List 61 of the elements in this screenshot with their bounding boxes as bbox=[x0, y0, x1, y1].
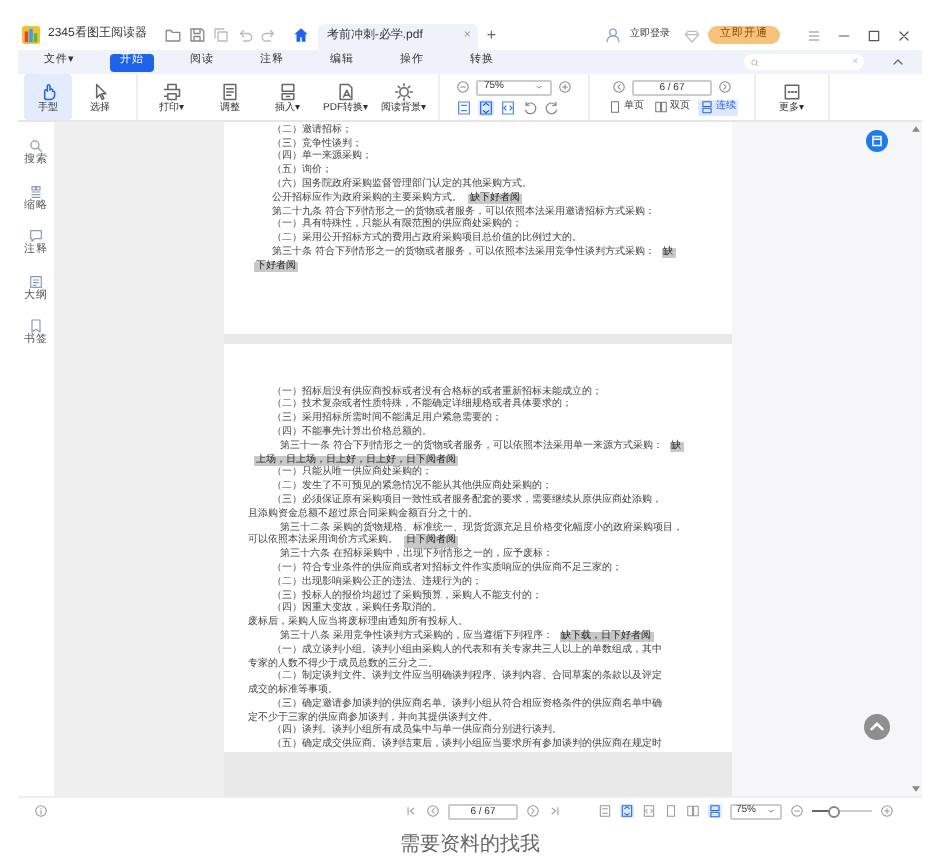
fit-width-icon[interactable] bbox=[620, 804, 634, 818]
cursor-icon bbox=[90, 81, 110, 101]
pdf-document-icon bbox=[336, 81, 356, 101]
zoom-in-icon[interactable] bbox=[880, 804, 894, 818]
thumbnails-icon bbox=[28, 183, 44, 199]
save-icon[interactable] bbox=[188, 26, 207, 44]
home-icon[interactable] bbox=[292, 26, 311, 44]
fit-width-icon[interactable] bbox=[478, 99, 494, 115]
caret-icon bbox=[766, 806, 776, 816]
rotate-right-icon[interactable] bbox=[544, 99, 560, 115]
hand-icon bbox=[38, 81, 58, 101]
copy-icon[interactable] bbox=[212, 26, 231, 44]
rotate-left-icon[interactable] bbox=[522, 99, 538, 115]
diamond-icon[interactable] bbox=[684, 27, 700, 43]
single-page-icon bbox=[608, 100, 622, 114]
continuous-pages-icon[interactable] bbox=[708, 804, 722, 818]
document-tool-icon[interactable] bbox=[865, 130, 887, 152]
first-page-icon[interactable] bbox=[404, 804, 418, 818]
slider-thumb[interactable] bbox=[827, 805, 839, 817]
fit-page-icon[interactable] bbox=[598, 804, 612, 818]
search-icon bbox=[28, 138, 44, 154]
next-page-icon[interactable] bbox=[718, 80, 732, 94]
previous-page-icon[interactable] bbox=[426, 804, 440, 818]
sun-icon bbox=[394, 81, 414, 101]
new-tab-button[interactable]: + bbox=[486, 27, 497, 43]
redo-icon[interactable] bbox=[260, 26, 279, 44]
scroll-to-top-icon[interactable] bbox=[863, 714, 889, 740]
more-icon bbox=[782, 81, 802, 101]
fit-page-icon[interactable] bbox=[456, 99, 472, 115]
app-logo-icon bbox=[22, 26, 40, 44]
caption-text: 需要资料的找我 bbox=[400, 836, 540, 856]
actual-size-icon[interactable] bbox=[642, 804, 656, 818]
next-page-icon[interactable] bbox=[526, 804, 540, 818]
maximize-icon[interactable] bbox=[866, 27, 882, 43]
close-icon[interactable] bbox=[896, 27, 912, 43]
two-page-icon bbox=[654, 100, 668, 114]
single-page-icon[interactable] bbox=[664, 804, 678, 818]
info-icon[interactable] bbox=[34, 804, 48, 818]
zoom-out-icon[interactable] bbox=[456, 80, 470, 94]
last-page-icon[interactable] bbox=[548, 804, 562, 818]
zoom-in-icon[interactable] bbox=[558, 80, 572, 94]
scroll-down-icon[interactable] bbox=[911, 786, 919, 792]
outline-icon bbox=[28, 273, 44, 289]
continuous-pages-icon bbox=[700, 100, 714, 114]
comment-icon bbox=[28, 228, 44, 244]
search-icon bbox=[750, 57, 760, 67]
user-avatar-icon[interactable] bbox=[604, 26, 622, 44]
actual-size-icon[interactable] bbox=[500, 99, 516, 115]
zoom-out-icon[interactable] bbox=[790, 804, 804, 818]
caret-icon bbox=[534, 82, 544, 92]
document-icon bbox=[220, 81, 240, 101]
insert-page-icon bbox=[278, 81, 298, 101]
menu-icon[interactable] bbox=[806, 27, 822, 43]
two-page-icon[interactable] bbox=[686, 804, 700, 818]
printer-icon bbox=[162, 81, 182, 101]
open-folder-icon[interactable] bbox=[164, 26, 183, 44]
collapse-ribbon-icon[interactable] bbox=[890, 54, 906, 70]
bookmark-icon bbox=[28, 318, 44, 334]
undo-icon[interactable] bbox=[236, 26, 255, 44]
previous-page-icon[interactable] bbox=[612, 80, 626, 94]
scroll-up-icon[interactable] bbox=[911, 126, 919, 132]
